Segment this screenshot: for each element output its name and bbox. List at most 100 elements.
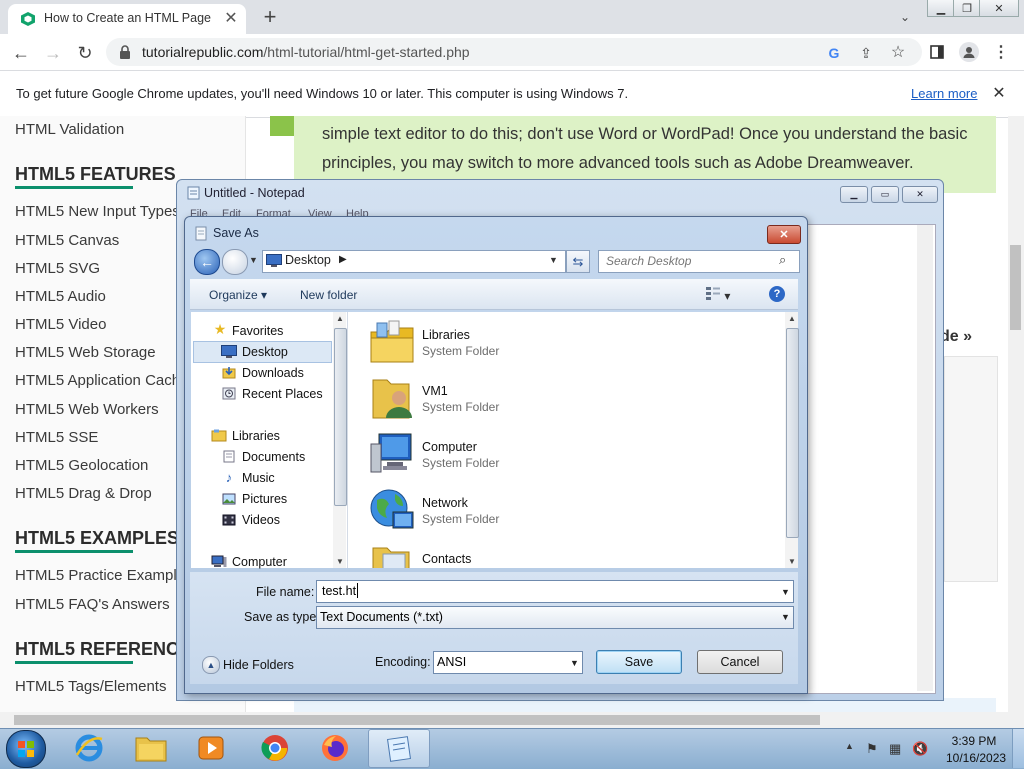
save-type-dropdown-icon[interactable]: ▼: [781, 612, 790, 622]
file-list-scroll-thumb[interactable]: [786, 328, 799, 538]
side-panel-icon[interactable]: [929, 44, 945, 60]
sidebar-link[interactable]: HTML5 Geolocation: [15, 457, 148, 474]
restore-button[interactable]: ❐: [953, 0, 981, 17]
notepad-scrollbar[interactable]: [917, 225, 933, 691]
internet-explorer-icon[interactable]: [62, 730, 116, 766]
sidebar-link[interactable]: HTML5 Web Storage: [15, 344, 156, 361]
profile-avatar-icon[interactable]: [959, 42, 979, 62]
nav-item-music[interactable]: Music: [242, 471, 275, 485]
hide-folders-icon[interactable]: ▲: [202, 656, 220, 674]
infobar-close-icon[interactable]: ✕: [990, 84, 1008, 102]
sidebar-link[interactable]: HTML5 SSE: [15, 429, 98, 446]
action-center-icon[interactable]: ⚑: [866, 741, 878, 757]
file-explorer-icon[interactable]: [124, 730, 178, 766]
sidebar-link[interactable]: HTML5 Canvas: [15, 232, 119, 249]
sidebar-link[interactable]: HTML5 New Input Types: [15, 203, 180, 220]
forward-arrow-icon[interactable]: →: [42, 42, 64, 64]
sidebar-link[interactable]: HTML5 Drag & Drop: [15, 485, 152, 502]
notepad-close-button[interactable]: ✕: [902, 186, 938, 203]
sidebar-link[interactable]: HTML Validation: [15, 121, 124, 138]
scroll-down-icon[interactable]: ▼: [788, 557, 796, 566]
file-name[interactable]: Libraries: [422, 328, 470, 342]
new-folder-button[interactable]: New folder: [300, 288, 357, 302]
page-scroll-thumb[interactable]: [1010, 245, 1021, 330]
nav-item-desktop[interactable]: Desktop: [242, 345, 288, 359]
new-tab-button[interactable]: +: [258, 4, 282, 29]
refresh-icon[interactable]: ⇆: [566, 250, 590, 273]
sidebar-link[interactable]: HTML5 Audio: [15, 288, 106, 305]
file-name-value[interactable]: test.ht: [322, 584, 356, 598]
breadcrumb-arrow-icon[interactable]: ▶: [339, 254, 347, 265]
scroll-up-icon[interactable]: ▲: [336, 314, 344, 323]
browser-tab[interactable]: How to Create an HTML Page - T ✕: [8, 4, 246, 34]
sidebar-link[interactable]: HTML5 SVG: [15, 260, 100, 277]
sidebar-link[interactable]: HTML5 Web Workers: [15, 401, 159, 418]
window-close-button[interactable]: ✕: [979, 0, 1019, 17]
url-text[interactable]: tutorialrepublic.com/html-tutorial/html-…: [142, 44, 470, 60]
file-name-input[interactable]: [316, 580, 794, 603]
search-icon[interactable]: ⌕: [779, 252, 786, 268]
bookmark-star-icon[interactable]: ☆: [889, 43, 907, 61]
cancel-button[interactable]: Cancel: [697, 650, 783, 674]
history-dropdown-icon[interactable]: ▼: [249, 255, 258, 265]
notepad-minimize-button[interactable]: ▁: [840, 186, 868, 203]
firefox-icon[interactable]: [308, 730, 362, 766]
notepad-taskbar-button[interactable]: [368, 729, 430, 768]
encoding-value[interactable]: ANSI: [437, 655, 466, 669]
encoding-dropdown-icon[interactable]: ▼: [570, 658, 579, 668]
back-arrow-icon[interactable]: ←: [194, 249, 220, 275]
scroll-down-icon[interactable]: ▼: [336, 557, 344, 566]
save-type-value[interactable]: Text Documents (*.txt): [320, 610, 443, 624]
tab-search-icon[interactable]: ⌄: [896, 8, 914, 26]
sidebar-link[interactable]: HTML5 FAQ's Answers: [15, 596, 170, 613]
sidebar-link[interactable]: HTML5 Practice Examples: [15, 567, 193, 584]
file-name-dropdown-icon[interactable]: ▼: [781, 587, 790, 597]
clock-date[interactable]: 10/16/2023: [946, 751, 1006, 765]
page-scrollbar[interactable]: [1008, 116, 1024, 712]
chrome-icon[interactable]: [248, 730, 302, 766]
media-player-icon[interactable]: [184, 730, 238, 766]
sidebar-link[interactable]: HTML5 Tags/Elements: [15, 678, 166, 695]
show-desktop-button[interactable]: [1012, 729, 1024, 768]
volume-muted-icon[interactable]: 🔇: [912, 741, 928, 757]
dialog-close-button[interactable]: ✕: [767, 225, 801, 244]
nav-item-libraries[interactable]: Libraries: [232, 429, 280, 443]
nav-scroll-thumb[interactable]: [334, 328, 347, 506]
horizontal-scroll-thumb[interactable]: [14, 715, 820, 725]
network-status-icon[interactable]: ▦: [889, 741, 901, 757]
google-translate-icon[interactable]: G: [826, 45, 842, 61]
scroll-up-icon[interactable]: ▲: [788, 314, 796, 323]
learn-more-link[interactable]: Learn more: [911, 86, 977, 101]
nav-item-videos[interactable]: Videos: [242, 513, 280, 527]
nav-item-recent-places[interactable]: Recent Places: [242, 387, 323, 401]
chrome-menu-icon[interactable]: ⋮: [993, 43, 1009, 61]
file-name[interactable]: Contacts: [422, 552, 471, 566]
nav-item-pictures[interactable]: Pictures: [242, 492, 287, 506]
organize-button[interactable]: Organize ▾: [209, 288, 267, 302]
hide-folders-button[interactable]: Hide Folders: [223, 658, 294, 672]
minimize-button[interactable]: ▁: [927, 0, 955, 17]
help-icon[interactable]: ?: [769, 286, 785, 302]
reload-icon[interactable]: ↻: [74, 42, 96, 64]
tab-close-icon[interactable]: ✕: [222, 9, 240, 27]
nav-item-favorites[interactable]: Favorites: [232, 324, 283, 338]
lock-icon[interactable]: [118, 45, 132, 59]
file-name[interactable]: Computer: [422, 440, 477, 454]
sidebar-link[interactable]: HTML5 Application Cache: [15, 372, 188, 389]
start-button[interactable]: [6, 730, 46, 768]
views-button[interactable]: ▾: [705, 286, 730, 303]
nav-item-documents[interactable]: Documents: [242, 450, 305, 464]
next-chapter-link[interactable]: de »: [940, 328, 972, 346]
file-name[interactable]: VM1: [422, 384, 448, 398]
share-icon[interactable]: ⇪: [857, 44, 875, 62]
clock-time[interactable]: 3:39 PM: [946, 734, 1002, 748]
show-hidden-icons-icon[interactable]: ▲: [845, 741, 854, 751]
address-location[interactable]: Desktop: [285, 253, 331, 267]
file-name[interactable]: Network: [422, 496, 468, 510]
save-button[interactable]: Save: [596, 650, 682, 674]
nav-item-computer[interactable]: Computer: [232, 555, 287, 569]
notepad-maximize-button[interactable]: ▭: [871, 186, 899, 203]
nav-item-downloads[interactable]: Downloads: [242, 366, 304, 380]
sidebar-link[interactable]: HTML5 Video: [15, 316, 106, 333]
back-arrow-icon[interactable]: ←: [10, 42, 32, 64]
